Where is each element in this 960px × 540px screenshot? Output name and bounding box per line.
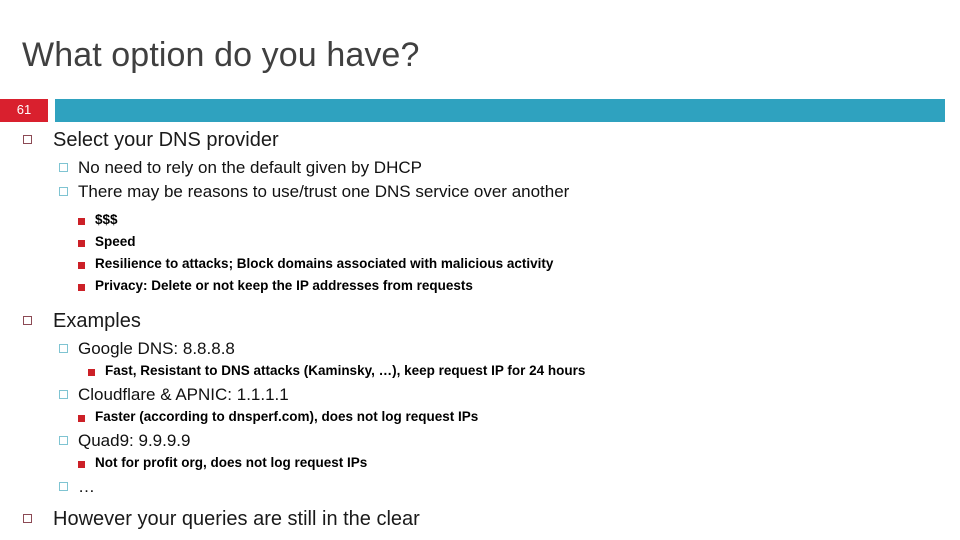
bullet-reasons-to-use-trust: There may be reasons to use/trust one DN… [0, 180, 960, 204]
bullet-square-icon [23, 316, 32, 325]
bullet-google-dns-note: Fast, Resistant to DNS attacks (Kaminsky… [0, 361, 960, 383]
bullet-label: Faster (according to dnsperf.com), does … [95, 409, 479, 424]
bullet-square-icon [78, 262, 85, 269]
bullet-label: Not for profit org, does not log request… [95, 455, 368, 470]
bullet-cloudflare-apnic: Cloudflare & APNIC: 1.1.1.1 [0, 383, 960, 407]
slide-number-badge: 61 [0, 99, 48, 122]
bullet-label: No need to rely on the default given by … [78, 158, 422, 177]
bullet-square-icon [78, 284, 85, 291]
bullet-square-icon [59, 163, 68, 172]
bullet-square-icon [59, 344, 68, 353]
bullet-square-icon [88, 369, 95, 376]
bullet-label: $$$ [95, 212, 118, 227]
bullet-square-icon [59, 482, 68, 491]
bullet-square-icon [59, 390, 68, 399]
bullet-square-icon [59, 187, 68, 196]
slide-body: Select your DNS provider No need to rely… [0, 126, 960, 535]
header-rule: 61 [0, 99, 960, 122]
bullet-square-icon [23, 514, 32, 523]
bullet-select-dns-provider: Select your DNS provider [0, 126, 960, 156]
bullet-square-icon [59, 436, 68, 445]
bullet-label: Privacy: Delete or not keep the IP addre… [95, 278, 473, 293]
bullet-label: Examples [53, 310, 141, 332]
bullet-reason-privacy: Privacy: Delete or not keep the IP addre… [0, 276, 960, 298]
bullet-label: … [78, 477, 95, 496]
bullet-label: Quad9: 9.9.9.9 [78, 431, 191, 450]
bullet-label: Google DNS: 8.8.8.8 [78, 339, 235, 358]
page-title: What option do you have? [22, 36, 420, 74]
bullet-label: Fast, Resistant to DNS attacks (Kaminsky… [105, 363, 586, 378]
bullet-quad9-note: Not for profit org, does not log request… [0, 453, 960, 475]
bullet-reason-speed: Speed [0, 232, 960, 254]
bullet-square-icon [78, 461, 85, 468]
bullet-label: Speed [95, 234, 136, 249]
bullet-label: Cloudflare & APNIC: 1.1.1.1 [78, 385, 289, 404]
bullet-reason-cost: $$$ [0, 210, 960, 232]
bullet-square-icon [78, 240, 85, 247]
slide-number: 61 [16, 102, 32, 117]
bullet-quad9: Quad9: 9.9.9.9 [0, 429, 960, 453]
header-accent-bar [55, 99, 945, 122]
bullet-square-icon [78, 218, 85, 225]
bullet-more-ellipsis: … [0, 475, 960, 499]
bullet-square-icon [78, 415, 85, 422]
bullet-label: Resilience to attacks; Block domains ass… [95, 256, 554, 271]
bullet-no-need-default-dhcp: No need to rely on the default given by … [0, 156, 960, 180]
bullet-cloudflare-note: Faster (according to dnsperf.com), does … [0, 407, 960, 429]
bullet-label: Select your DNS provider [53, 129, 279, 151]
bullet-label: However your queries are still in the cl… [53, 508, 420, 530]
bullet-label: There may be reasons to use/trust one DN… [78, 182, 570, 201]
bullet-queries-in-the-clear: However your queries are still in the cl… [0, 505, 960, 535]
bullet-square-icon [23, 135, 32, 144]
bullet-examples: Examples [0, 307, 960, 337]
bullet-reason-resilience: Resilience to attacks; Block domains ass… [0, 254, 960, 276]
bullet-google-dns: Google DNS: 8.8.8.8 [0, 337, 960, 361]
